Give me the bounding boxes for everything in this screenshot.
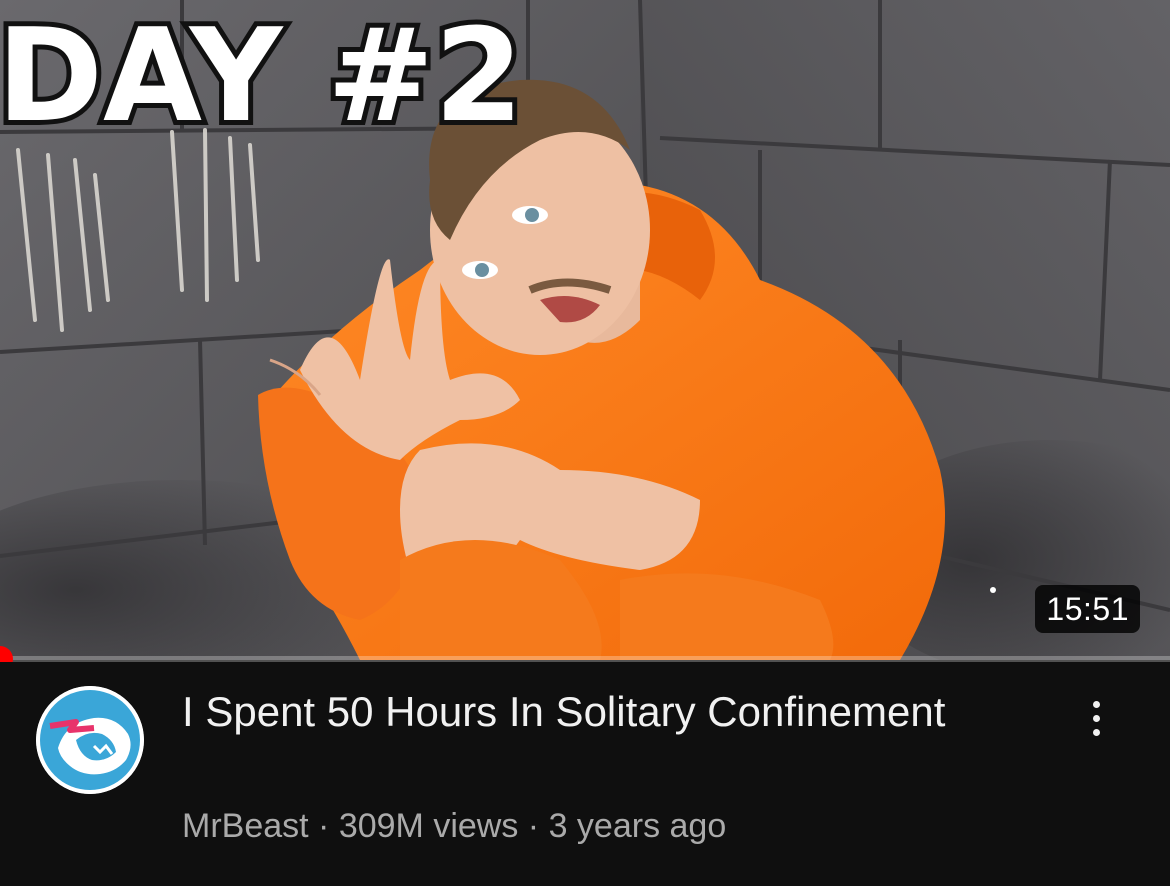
video-title[interactable]: I Spent 50 Hours In Solitary Confinement (182, 684, 1002, 740)
more-vertical-icon (1092, 697, 1100, 739)
mrbeast-logo-icon (36, 686, 144, 794)
meta-separator: · (527, 807, 540, 845)
video-card[interactable]: DAY #2 15:51 I Spent 50 Hours In Solitar… (0, 0, 1170, 886)
view-count: 309M views (338, 807, 519, 845)
video-metadata: MrBeast · 309M views · 3 years ago (182, 804, 726, 848)
meta-separator: · (318, 807, 330, 845)
channel-name[interactable]: MrBeast (182, 807, 309, 845)
day-2-overlay-text: DAY #2 (0, 0, 520, 150)
video-info: I Spent 50 Hours In Solitary Confinement… (0, 662, 1170, 886)
video-duration-badge: 15:51 (1035, 585, 1140, 633)
channel-avatar[interactable] (36, 686, 144, 794)
svg-text:DAY #2: DAY #2 (0, 2, 520, 150)
more-options-button[interactable] (1072, 690, 1120, 746)
upload-age: 3 years ago (548, 807, 727, 845)
video-thumbnail[interactable]: DAY #2 15:51 (0, 0, 1170, 660)
